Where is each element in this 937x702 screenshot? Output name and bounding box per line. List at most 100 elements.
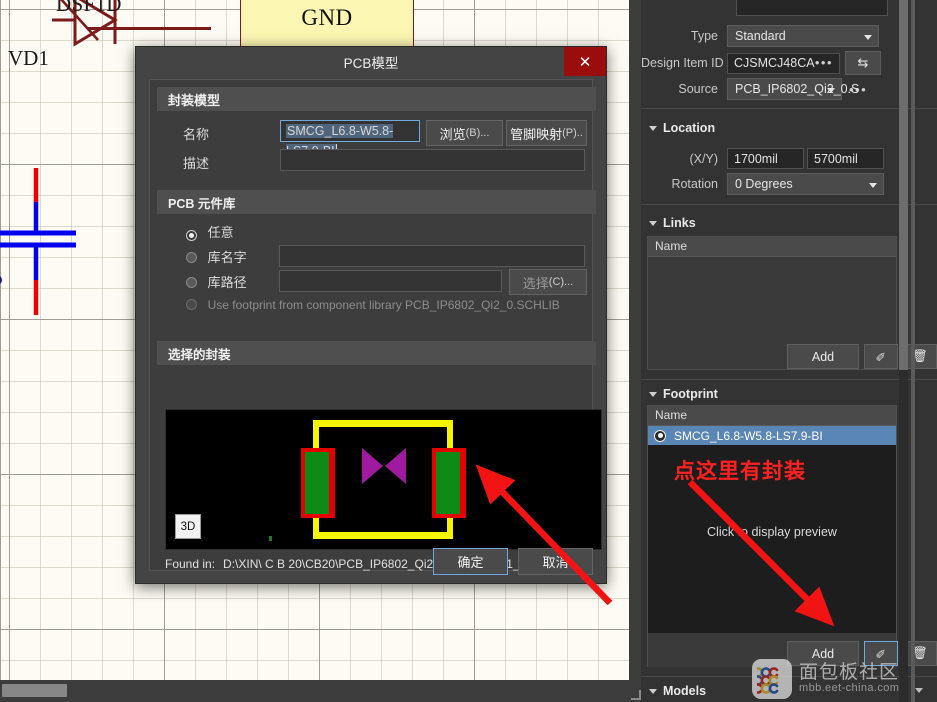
radio-option-libname[interactable]: 库名字 — [186, 247, 247, 266]
location-title: Location — [663, 121, 716, 135]
section-header-links[interactable]: Links — [649, 216, 696, 230]
libpath-label: 库路径 — [207, 275, 247, 290]
rotation-row: Rotation 0 Degrees — [641, 173, 937, 195]
models-title: Models — [663, 684, 707, 698]
x-coordinate-input[interactable]: 1700mil — [727, 148, 804, 169]
y-coordinate-input[interactable]: 5700mil — [807, 148, 884, 169]
radio-selected-icon[interactable] — [654, 429, 666, 442]
library-path-input[interactable] — [279, 270, 502, 292]
schematic-hscrollbar-thumb[interactable] — [2, 684, 67, 697]
source-dropdown[interactable]: PCB_IP6802_Qi2_0.S — [727, 78, 859, 100]
divider — [641, 676, 937, 677]
name-label: 名称 — [183, 127, 210, 142]
dialog-body: 封装模型 名称 SMCG_L6.8-W5.8-LS7.9-BI 浏览 (B)..… — [149, 79, 602, 571]
pencil-icon: ✏ — [871, 643, 890, 663]
any-label: 任意 — [207, 225, 234, 240]
description-label: 描述 — [183, 156, 210, 171]
radio-use-footprint-icon — [186, 299, 197, 310]
divider — [641, 204, 937, 205]
xy-label: (X/Y) — [689, 151, 718, 166]
links-table-body[interactable] — [648, 257, 896, 352]
swap-icon[interactable]: ⇆ — [845, 51, 881, 75]
panel-vscrollbar-thumb[interactable] — [899, 0, 908, 370]
comment-field-partial[interactable] — [736, 0, 888, 16]
libname-label: 库名字 — [207, 250, 247, 265]
gnd-net-box: GND — [240, 0, 414, 48]
choose-shortcut: (C)... — [548, 276, 574, 288]
chevron-down-icon — [827, 88, 835, 93]
source-label: Source — [678, 82, 718, 96]
xy-row: (X/Y) 1700mil 5700mil — [641, 148, 937, 169]
section-header-location[interactable]: Location — [649, 121, 715, 135]
models-chevron-down-icon[interactable] — [915, 688, 923, 693]
footprint-model-group-header: 封装模型 — [157, 87, 596, 111]
diode-designator: VD1 — [8, 46, 49, 70]
rotation-label: Rotation — [671, 177, 718, 191]
type-row: Type Standard — [641, 25, 937, 47]
diode-bowtie-icon — [362, 448, 406, 484]
footprint-name-input[interactable]: SMCG_L6.8-W5.8-LS7.9-BI — [280, 120, 420, 158]
footprint-preview-canvas[interactable]: 3D — [165, 409, 602, 550]
pcb-library-group-header: PCB 元件库 — [157, 190, 596, 214]
collapse-triangle-icon — [649, 220, 657, 226]
links-delete-button[interactable]: 🗑 — [903, 344, 937, 369]
dialog-titlebar[interactable]: PCB模型 ✕ — [136, 47, 606, 76]
source-value: PCB_IP6802_Qi2_0.S — [735, 82, 860, 96]
radio-option-any[interactable]: 任意 — [186, 222, 234, 241]
use-footprint-checkbox-row[interactable]: Use footprint from component library PCB… — [186, 297, 560, 312]
silkscreen-bottom — [313, 532, 453, 539]
links-add-button[interactable]: Add — [787, 344, 859, 369]
source-row: Source PCB_IP6802_Qi2_0.S ••• — [641, 78, 937, 100]
pencil-icon: ✏ — [871, 346, 890, 366]
collapse-triangle-icon — [649, 125, 657, 131]
collapse-triangle-icon — [649, 688, 657, 694]
3d-toggle-button[interactable]: 3D — [175, 514, 201, 539]
silkscreen-top — [313, 420, 453, 427]
design-item-label: Design Item ID — [641, 56, 724, 70]
schematic-hscrollbar[interactable] — [0, 680, 629, 702]
footprint-edit-button[interactable]: ✏ — [864, 641, 898, 666]
section-header-footprint[interactable]: Footprint — [649, 387, 718, 401]
type-dropdown[interactable]: Standard — [727, 25, 879, 47]
footprint-delete-button[interactable]: 🗑 — [903, 641, 937, 666]
type-label: Type — [690, 29, 718, 43]
radio-libpath-icon — [186, 277, 197, 288]
capacitor-symbol — [0, 168, 76, 315]
divider — [641, 108, 937, 109]
chevron-down-icon — [869, 183, 877, 188]
design-item-row: Design Item ID CJSMCJ48CA ••• ⇆ — [641, 51, 937, 75]
dialog-title: PCB模型 — [343, 55, 399, 71]
library-name-input[interactable] — [279, 245, 585, 267]
links-title: Links — [663, 216, 696, 230]
footprint-add-button[interactable]: Add — [787, 641, 859, 666]
browse-shortcut: (B)... — [465, 127, 490, 139]
choose-label: 选择 — [522, 275, 549, 291]
panel-edge-divider — [911, 0, 915, 702]
ellipsis-icon[interactable]: ••• — [815, 53, 833, 73]
section-header-models[interactable]: Models — [649, 684, 706, 698]
chevron-down-icon — [864, 35, 872, 40]
collapse-triangle-icon — [649, 391, 657, 397]
selected-footprint-group-header: 选择的封装 — [157, 341, 596, 365]
design-item-id-input[interactable]: CJSMCJ48CA ••• — [727, 52, 840, 74]
close-icon[interactable]: ✕ — [564, 47, 606, 76]
pcb-model-dialog: PCB模型 ✕ 封装模型 名称 SMCG_L6.8-W5.8-LS7.9-BI … — [135, 46, 607, 584]
rotation-value: 0 Degrees — [735, 177, 793, 191]
browse-button[interactable]: 浏览 (B)... — [426, 120, 503, 146]
rotation-dropdown[interactable]: 0 Degrees — [727, 173, 884, 195]
links-edit-button[interactable]: ✏ — [864, 344, 898, 369]
footprint-selected-row[interactable]: SMCG_L6.8-W5.8-LS7.9-BI — [648, 426, 896, 445]
ok-button[interactable]: 确定 — [433, 548, 508, 575]
description-input[interactable] — [280, 149, 585, 171]
radio-option-libpath[interactable]: 库路径 — [186, 272, 247, 291]
schematic-panel-divider — [629, 0, 641, 702]
radio-any-icon — [186, 230, 197, 241]
footprint-item-label: SMCG_L6.8-W5.8-LS7.9-BI — [674, 428, 823, 443]
cancel-button[interactable]: 取消 — [518, 548, 593, 575]
preview-placeholder-text: Click to display preview — [707, 525, 837, 539]
choose-path-button[interactable]: 选择 (C)... — [509, 269, 587, 295]
footprint-preview-area[interactable]: 点这里有封装 Click to display preview — [648, 445, 896, 633]
resize-grip-icon[interactable] — [631, 690, 641, 700]
origin-marker — [269, 536, 272, 541]
pin-map-button[interactable]: 管脚映射 (P).. — [506, 120, 587, 146]
